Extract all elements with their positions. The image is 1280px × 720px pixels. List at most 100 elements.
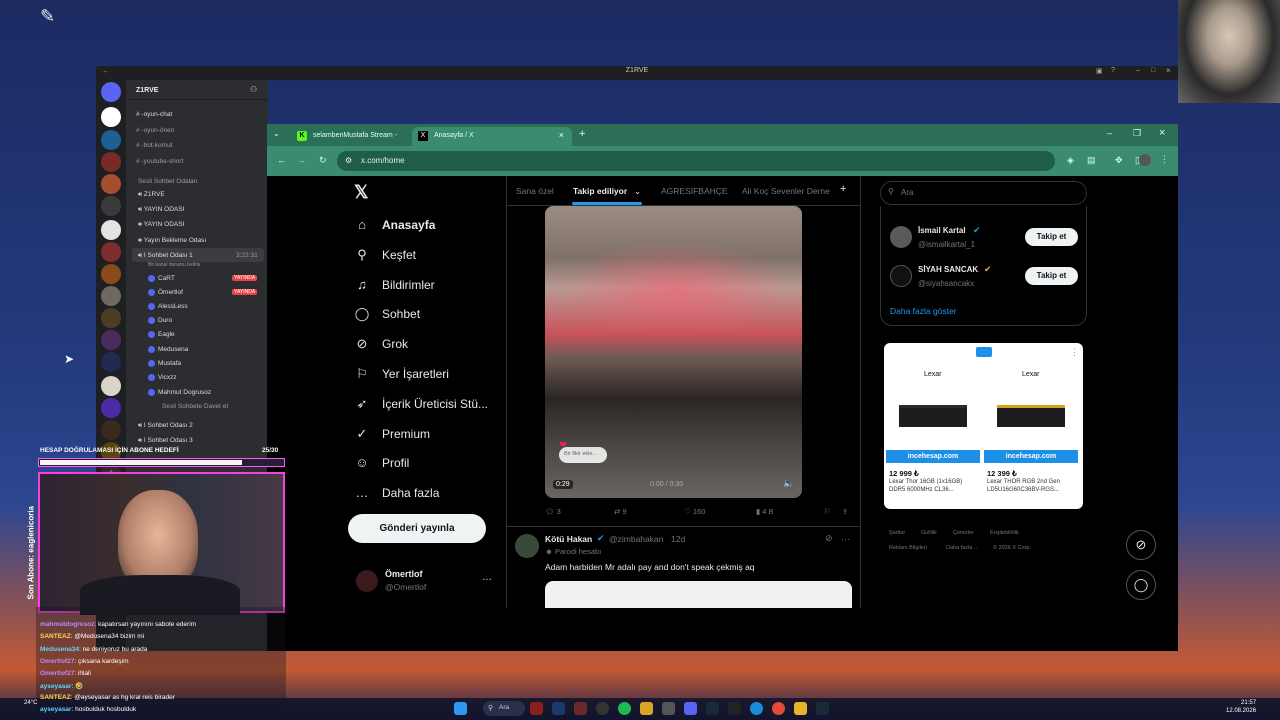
- search-input[interactable]: ⚲ Ara: [880, 181, 1087, 205]
- taskbar-search[interactable]: ⚲ Ara: [483, 701, 525, 716]
- tab-stream[interactable]: K selambenMustafa Stream -: [291, 127, 416, 146]
- app-icon[interactable]: [816, 702, 829, 715]
- explorer-icon[interactable]: [640, 702, 653, 715]
- inbox-icon[interactable]: ▣: [1096, 67, 1103, 75]
- voice-member[interactable]: Duro: [148, 317, 172, 324]
- grok-icon[interactable]: ⊘: [825, 533, 833, 544]
- voice-member[interactable]: Mahmut Dogrusoz: [148, 389, 211, 396]
- folder-icon[interactable]: [794, 702, 807, 715]
- voice-member[interactable]: Medusena: [148, 346, 188, 353]
- server-header[interactable]: Z1RVE ⚇: [126, 80, 268, 100]
- server-icon[interactable]: [101, 308, 121, 328]
- close-icon[interactable]: ×: [1159, 127, 1165, 139]
- desktop-logo-icon[interactable]: ✎: [40, 6, 60, 26]
- share-icon[interactable]: ⇪: [842, 507, 848, 516]
- post-image[interactable]: [545, 581, 852, 608]
- tab-following[interactable]: Takip ediliyor: [573, 186, 627, 196]
- repost-button[interactable]: ⇄ 9: [614, 507, 627, 516]
- views-button[interactable]: ▮ 4 B: [756, 507, 773, 516]
- server-icon[interactable]: [101, 376, 121, 396]
- tab-list[interactable]: AGRESİFBAHÇE: [661, 186, 728, 196]
- voice-member[interactable]: Eagle: [148, 331, 175, 338]
- nav-bell[interactable]: ♫ Bildirimler: [354, 277, 435, 293]
- profile-avatar[interactable]: [1139, 154, 1151, 166]
- follow-button[interactable]: Takip et: [1025, 228, 1078, 246]
- avatar[interactable]: [890, 226, 912, 248]
- voice-category-header[interactable]: Sesli Sohbet Odaları: [138, 178, 198, 185]
- nav-rocket[interactable]: ➶ İçerik Üreticisi Stü...: [354, 396, 488, 412]
- menu-icon[interactable]: ⋮: [1160, 154, 1169, 165]
- profile-name[interactable]: Ömertlof: [385, 569, 423, 579]
- footer-link[interactable]: Şartlar: [889, 530, 905, 536]
- tab-x-home[interactable]: X Anasayfa / X ×: [412, 127, 572, 146]
- forward-icon[interactable]: →: [297, 155, 306, 165]
- spotify-icon[interactable]: [618, 702, 631, 715]
- tab-list[interactable]: Ali Koç Sevenler Derne: [742, 186, 830, 196]
- close-icon[interactable]: ×: [1166, 66, 1171, 75]
- photoshop-icon[interactable]: [552, 702, 565, 715]
- server-icon[interactable]: [101, 152, 121, 172]
- server-icon[interactable]: [101, 286, 121, 306]
- steam-icon[interactable]: [706, 702, 719, 715]
- voice-channel[interactable]: 🔊︎ Yayın Bekleme Odası: [138, 237, 206, 245]
- illustrator-icon[interactable]: [530, 702, 543, 715]
- server-icon[interactable]: [101, 330, 121, 350]
- post-author[interactable]: Kötü Hakan: [545, 534, 592, 544]
- voice-channel[interactable]: 🔊︎ Z1RVE: [138, 191, 165, 199]
- app-icon[interactable]: [574, 702, 587, 715]
- follow-name[interactable]: SİYAH SANCAK: [918, 265, 978, 274]
- footer-link[interactable]: Reklam Bilgileri: [889, 545, 927, 551]
- chevron-down-icon[interactable]: ⌄: [634, 186, 641, 197]
- server-icon[interactable]: [101, 174, 121, 194]
- post-button[interactable]: Gönderi yayınla: [348, 514, 486, 543]
- invite-to-voice[interactable]: Sesli Sohbete Davet et: [162, 403, 228, 410]
- avatar[interactable]: [515, 534, 539, 558]
- help-icon[interactable]: ?: [1111, 67, 1115, 74]
- like-button[interactable]: ♡ 160: [684, 507, 705, 516]
- add-tab-icon[interactable]: +: [840, 183, 846, 195]
- server-icon[interactable]: [101, 398, 121, 418]
- voice-member[interactable]: AlessLess: [148, 303, 188, 310]
- bookmark-icon[interactable]: ⚐: [824, 507, 831, 516]
- back-icon[interactable]: ←: [102, 68, 109, 75]
- nav-home[interactable]: ⌂ Anasayfa: [354, 217, 435, 233]
- tab-list-icon[interactable]: ⌄: [273, 129, 280, 138]
- voice-member[interactable]: Vicxzz: [148, 374, 177, 381]
- voice-channel[interactable]: 🔊︎ I Sohbet Odası 2: [138, 422, 193, 430]
- product-card[interactable]: Lexar incehesap.com 12 999 ₺ Lexar Thor …: [886, 357, 980, 507]
- channel-item[interactable]: # -oyun-chat: [136, 111, 172, 118]
- nav-search[interactable]: ⚲ Keşfet: [354, 247, 416, 263]
- address-bar[interactable]: ⚙ x.com/home: [337, 151, 1055, 171]
- tab-close-icon[interactable]: ×: [559, 130, 564, 140]
- puzzle-icon[interactable]: ✥: [1115, 155, 1123, 166]
- nav-grok[interactable]: ⊘ Grok: [354, 336, 408, 352]
- nav-person[interactable]: ☺ Profil: [354, 455, 409, 471]
- site-info-icon[interactable]: ⚙: [345, 156, 352, 165]
- product-card[interactable]: Lexar incehesap.com 12 399 ₺ Lexar THOR …: [984, 357, 1078, 507]
- avatar[interactable]: [890, 265, 912, 287]
- server-icon[interactable]: [101, 107, 121, 127]
- reload-icon[interactable]: ↻: [319, 155, 327, 166]
- x-logo-icon[interactable]: 𝕏: [354, 182, 369, 203]
- follow-button[interactable]: Takip et: [1025, 267, 1078, 285]
- nav-more[interactable]: … Daha fazla: [354, 485, 440, 501]
- nav-chat[interactable]: ◯ Sohbet: [354, 306, 420, 322]
- reply-button[interactable]: 💬︎ 3: [545, 507, 561, 516]
- minimize-icon[interactable]: –: [1107, 128, 1112, 138]
- app-icon[interactable]: [596, 702, 609, 715]
- voice-channel[interactable]: 🔊︎ I Sohbet Odası 1: [138, 252, 193, 260]
- footer-link[interactable]: Çerezler: [953, 530, 974, 536]
- voice-member[interactable]: Mustafa: [148, 360, 181, 367]
- maximize-icon[interactable]: □: [1151, 67, 1155, 74]
- server-icon[interactable]: [101, 420, 121, 440]
- voice-channel[interactable]: 🔊︎ YAYIN ODASI: [138, 206, 184, 214]
- back-icon[interactable]: ←: [277, 155, 286, 165]
- server-icon[interactable]: [101, 196, 121, 216]
- grok-icon[interactable]: ⊘: [1126, 530, 1156, 560]
- channel-item[interactable]: # -youtube-short: [136, 158, 183, 165]
- channel-item[interactable]: # -bot-komut: [136, 142, 173, 149]
- maximize-icon[interactable]: ❐: [1133, 128, 1141, 139]
- nav-verified[interactable]: ✓ Premium: [354, 426, 430, 442]
- voice-channel[interactable]: 🔊︎ YAYIN ODASI: [138, 221, 184, 229]
- epic-icon[interactable]: [728, 702, 741, 715]
